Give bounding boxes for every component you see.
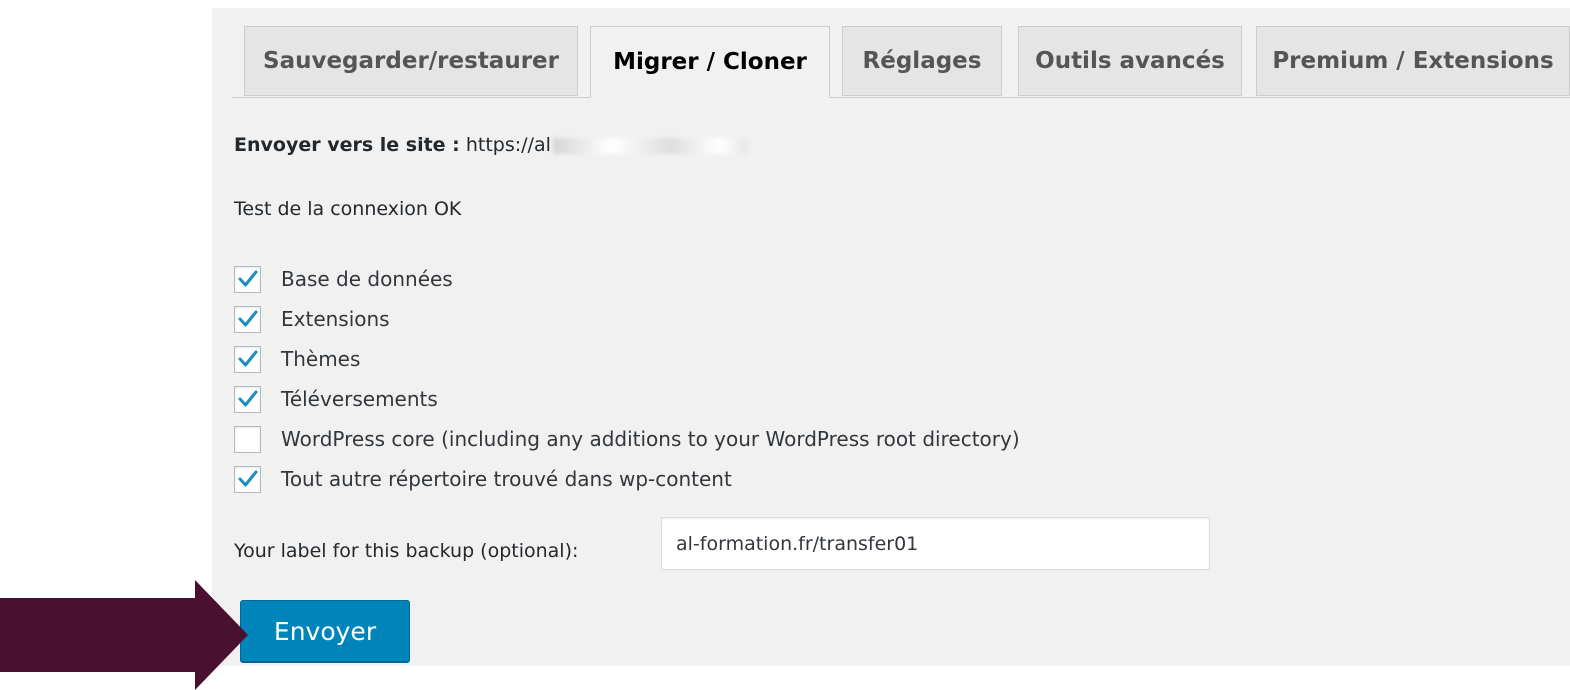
send-site-label: Envoyer vers le site : <box>234 134 460 156</box>
backup-options-list: Base de données Extensions Thèmes Téléve… <box>234 259 1020 499</box>
tab-migrate-clone[interactable]: Migrer / Cloner <box>590 26 830 98</box>
tab-advanced-tools[interactable]: Outils avancés <box>1018 26 1242 96</box>
redacted-url <box>552 137 748 154</box>
tab-settings[interactable]: Réglages <box>842 26 1002 96</box>
connection-status: Test de la connexion OK <box>234 198 462 220</box>
option-other-directories: Tout autre répertoire trouvé dans wp-con… <box>234 459 1020 499</box>
other-directories-label: Tout autre répertoire trouvé dans wp-con… <box>281 467 732 491</box>
backup-label-input[interactable] <box>661 517 1210 570</box>
option-database: Base de données <box>234 259 1020 299</box>
checkmark-icon <box>238 470 257 487</box>
uploads-label: Téléversements <box>281 387 438 411</box>
themes-label: Thèmes <box>281 347 361 371</box>
tab-bar: Sauvegarder/restaurer Migrer / Cloner Ré… <box>212 8 1570 98</box>
option-themes: Thèmes <box>234 339 1020 379</box>
database-label: Base de données <box>281 267 453 291</box>
arrow-shape <box>0 580 248 690</box>
option-plugins: Extensions <box>234 299 1020 339</box>
uploads-checkbox[interactable] <box>234 385 261 413</box>
migrate-clone-panel: Sauvegarder/restaurer Migrer / Cloner Ré… <box>212 8 1570 666</box>
other-directories-checkbox[interactable] <box>234 465 261 493</box>
themes-checkbox[interactable] <box>234 345 261 373</box>
wordpress-core-label: WordPress core (including any additions … <box>281 427 1020 451</box>
backup-label-caption: Your label for this backup (optional): <box>234 540 579 562</box>
send-button[interactable]: Envoyer <box>240 600 410 662</box>
wordpress-core-checkbox[interactable] <box>234 425 261 453</box>
arrow-right-icon <box>0 580 248 690</box>
checkmark-icon <box>238 310 257 327</box>
checkmark-icon <box>238 390 257 407</box>
send-site-line: Envoyer vers le site : https://al <box>234 134 748 156</box>
plugins-label: Extensions <box>281 307 390 331</box>
plugins-checkbox[interactable] <box>234 305 261 333</box>
option-wordpress-core: WordPress core (including any additions … <box>234 419 1020 459</box>
tab-premium-extensions[interactable]: Premium / Extensions <box>1256 26 1570 96</box>
checkmark-icon <box>238 270 257 287</box>
checkmark-icon <box>238 350 257 367</box>
tab-bar-divider <box>232 97 1570 98</box>
tab-backup-restore[interactable]: Sauvegarder/restaurer <box>244 26 578 96</box>
database-checkbox[interactable] <box>234 265 261 293</box>
option-uploads: Téléversements <box>234 379 1020 419</box>
send-site-url: https://al <box>465 134 551 156</box>
